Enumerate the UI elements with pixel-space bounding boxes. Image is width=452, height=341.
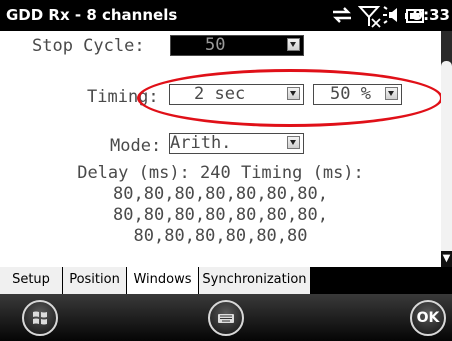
stop-cycle-value: 50 bbox=[205, 35, 226, 55]
tab-bar: Setup Position Windows Synchronization bbox=[0, 267, 452, 294]
delay-line-3: 80,80,80,80,80,80,80, bbox=[113, 205, 328, 225]
delay-info: Delay (ms): 240 Timing (ms): 80,80,80,80… bbox=[0, 163, 441, 247]
tab-setup[interactable]: Setup bbox=[0, 267, 62, 294]
timing-percent-select[interactable]: 50 % bbox=[313, 84, 402, 105]
chevron-down-icon[interactable] bbox=[287, 87, 300, 100]
windows-start-icon bbox=[33, 311, 47, 325]
signal-off-icon[interactable] bbox=[357, 4, 382, 32]
keyboard-button[interactable] bbox=[208, 300, 244, 336]
mode-value: Arith. bbox=[170, 133, 232, 153]
volume-icon[interactable] bbox=[383, 4, 405, 30]
clock: 9:33 bbox=[412, 6, 450, 24]
timing-select[interactable]: 2 sec bbox=[169, 84, 304, 105]
mode-select[interactable]: Arith. bbox=[169, 133, 304, 154]
tab-position[interactable]: Position bbox=[63, 267, 126, 294]
app-title: GDD Rx - 8 channels bbox=[6, 6, 178, 24]
content-area: Stop Cycle: 50 Timing: 2 sec 50 % Mode: … bbox=[0, 31, 441, 267]
tab-synchronization[interactable]: Synchronization bbox=[199, 267, 310, 294]
timing-value: 2 sec bbox=[194, 84, 246, 104]
delay-line-2: 80,80,80,80,80,80,80, bbox=[113, 184, 328, 204]
chevron-down-icon[interactable] bbox=[385, 87, 398, 100]
timing-label: Timing: bbox=[87, 87, 159, 107]
ok-button[interactable]: OK bbox=[410, 300, 446, 336]
scroll-down-icon[interactable]: ▼ bbox=[441, 251, 452, 267]
delay-line-1: Delay (ms): 240 Timing (ms): bbox=[77, 163, 364, 183]
status-bar: GDD Rx - 8 channels 9:33 bbox=[0, 0, 452, 31]
scroll-thumb[interactable] bbox=[441, 61, 452, 261]
stop-cycle-label: Stop Cycle: bbox=[32, 36, 145, 56]
softkey-bar: OK bbox=[0, 294, 452, 341]
vertical-scrollbar[interactable]: ▼ bbox=[441, 31, 452, 267]
stop-cycle-select[interactable]: 50 bbox=[170, 35, 304, 56]
delay-line-4: 80,80,80,80,80,80 bbox=[133, 226, 308, 246]
keyboard-icon bbox=[218, 314, 234, 323]
mode-label: Mode: bbox=[110, 136, 162, 156]
timing-percent-value: 50 % bbox=[330, 84, 371, 104]
chevron-down-icon[interactable] bbox=[287, 136, 300, 149]
tab-windows[interactable]: Windows bbox=[127, 267, 198, 294]
ok-label: OK bbox=[416, 310, 440, 326]
start-button[interactable] bbox=[22, 300, 58, 336]
chevron-down-icon[interactable] bbox=[287, 38, 300, 51]
connectivity-icon[interactable] bbox=[330, 4, 354, 30]
